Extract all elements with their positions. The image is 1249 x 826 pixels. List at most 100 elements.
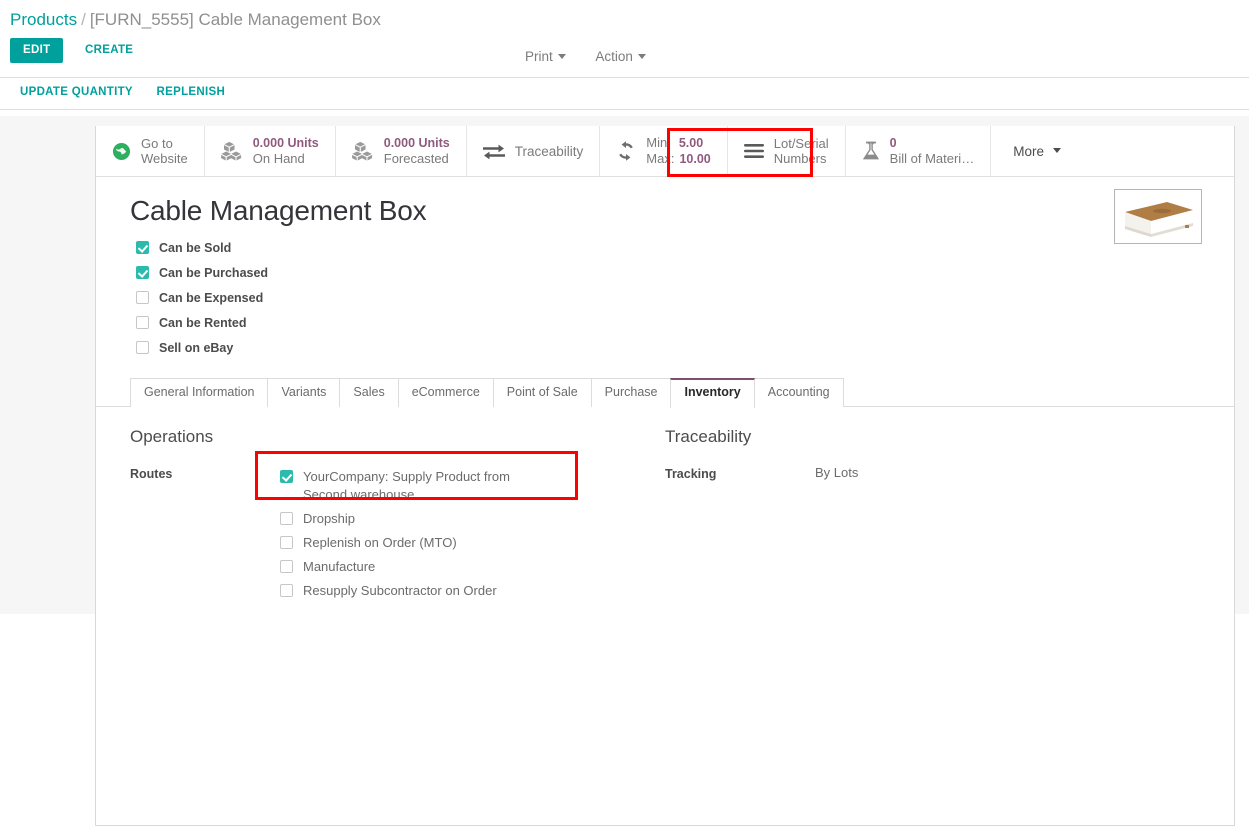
stat-button-lot-serial-numbers[interactable]: Lot/Serial Numbers xyxy=(728,126,846,176)
replenish-button[interactable]: REPLENISH xyxy=(147,78,236,106)
globe-icon xyxy=(112,142,131,161)
stat-button-text: Lot/Serial Numbers xyxy=(774,136,829,166)
checkbox-sell-on-ebay[interactable] xyxy=(136,341,149,354)
flask-icon xyxy=(862,141,880,161)
stat-button-text: Go to Website xyxy=(141,136,188,166)
tracking-field-row: Tracking By Lots xyxy=(665,465,1200,481)
route-label: Dropship xyxy=(303,510,355,528)
tab-general-information[interactable]: General Information xyxy=(130,378,268,407)
stat-button-go-to-website[interactable]: Go to Website xyxy=(96,126,205,176)
routes-field-row: Routes YourCompany: Supply Product from … xyxy=(130,465,665,603)
route-supply-product-from-second-warehouse[interactable]: YourCompany: Supply Product from Second … xyxy=(280,465,553,507)
flag-can-be-purchased[interactable]: Can be Purchased xyxy=(136,260,1200,285)
checkbox-can-be-sold[interactable] xyxy=(136,241,149,254)
stat-button-text: 0.000 Units Forecasted xyxy=(384,136,450,166)
print-menu-label: Print xyxy=(525,49,553,64)
flag-can-be-expensed[interactable]: Can be Expensed xyxy=(136,285,1200,310)
control-panel-menus: Print Action xyxy=(525,49,672,64)
route-label: Manufacture xyxy=(303,558,375,576)
routes-checkbox-group: YourCompany: Supply Product from Second … xyxy=(280,465,553,603)
operations-group: Operations Routes YourCompany: Supply Pr… xyxy=(130,427,665,603)
flag-label: Can be Sold xyxy=(159,241,231,255)
breadcrumb-root-link[interactable]: Products xyxy=(10,10,77,29)
secondary-button-bar: UPDATE QUANTITY REPLENISH xyxy=(0,78,1249,110)
breadcrumb: Products/[FURN_5555] Cable Management Bo… xyxy=(0,0,1249,38)
stat-button-reordering-rules[interactable]: Min:5.00 Max:10.00 xyxy=(600,126,727,176)
tracking-value[interactable]: By Lots xyxy=(815,465,858,481)
checkbox-can-be-rented[interactable] xyxy=(136,316,149,329)
checkbox-route-resupply-subcontractor-on-order[interactable] xyxy=(280,584,293,597)
tab-inventory[interactable]: Inventory xyxy=(670,378,754,408)
action-menu-label: Action xyxy=(595,49,633,64)
stat-button-bill-of-materials[interactable]: 0 Bill of Materi… xyxy=(846,126,992,176)
action-menu[interactable]: Action xyxy=(595,49,646,64)
product-header: Cable Management Box Can be Sold Can be … xyxy=(96,177,1234,360)
tab-ecommerce[interactable]: eCommerce xyxy=(398,378,494,407)
route-manufacture[interactable]: Manufacture xyxy=(280,555,553,579)
checkbox-route-supply-product-from-second-warehouse[interactable] xyxy=(280,470,293,483)
stat-label-line1: Traceability xyxy=(515,144,584,159)
tab-sales[interactable]: Sales xyxy=(339,378,398,407)
traceability-title: Traceability xyxy=(665,427,1200,449)
stat-label-line2: On Hand xyxy=(253,151,319,166)
chevron-down-icon xyxy=(638,54,646,59)
checkbox-can-be-purchased[interactable] xyxy=(136,266,149,279)
reorder-max-row: Max:10.00 xyxy=(646,151,710,167)
flag-label: Can be Purchased xyxy=(159,266,268,280)
exchange-icon xyxy=(483,143,505,159)
flag-label: Can be Expensed xyxy=(159,291,263,305)
flag-sell-on-ebay[interactable]: Sell on eBay xyxy=(136,335,1200,360)
product-form-sheet: Go to Website 0.000 Units On Hand xyxy=(95,126,1235,826)
tab-variants[interactable]: Variants xyxy=(267,378,340,407)
update-quantity-button[interactable]: UPDATE QUANTITY xyxy=(10,78,143,106)
stat-button-forecasted[interactable]: 0.000 Units Forecasted xyxy=(336,126,467,176)
tab-accounting[interactable]: Accounting xyxy=(754,378,844,407)
stat-label-line2: Forecasted xyxy=(384,151,450,166)
tab-point-of-sale[interactable]: Point of Sale xyxy=(493,378,592,407)
checkbox-route-dropship[interactable] xyxy=(280,512,293,525)
checkbox-route-manufacture[interactable] xyxy=(280,560,293,573)
stat-button-text: Traceability xyxy=(515,144,584,159)
stat-label-line2: Numbers xyxy=(774,151,829,166)
edit-button[interactable]: EDIT xyxy=(10,38,63,63)
stat-label-line1: Lot/Serial xyxy=(774,136,829,151)
chevron-down-icon xyxy=(1053,148,1061,153)
stat-button-on-hand[interactable]: 0.000 Units On Hand xyxy=(205,126,336,176)
inventory-tab-page: Operations Routes YourCompany: Supply Pr… xyxy=(96,407,1234,603)
reorder-min-row: Min:5.00 xyxy=(646,135,710,151)
notebook-tabs: General Information Variants Sales eComm… xyxy=(96,378,1234,407)
breadcrumb-current: [FURN_5555] Cable Management Box xyxy=(90,10,381,29)
page-title: Cable Management Box xyxy=(130,195,1200,227)
stat-button-box: Go to Website 0.000 Units On Hand xyxy=(96,126,1234,177)
checkbox-can-be-expensed[interactable] xyxy=(136,291,149,304)
cubes-icon xyxy=(352,141,374,161)
traceability-group: Traceability Tracking By Lots xyxy=(665,427,1200,603)
checkbox-route-replenish-on-order-mto[interactable] xyxy=(280,536,293,549)
create-button[interactable]: CREATE xyxy=(75,38,143,63)
route-replenish-on-order-mto[interactable]: Replenish on Order (MTO) xyxy=(280,531,553,555)
stat-button-text: 0.000 Units On Hand xyxy=(253,136,319,166)
list-icon xyxy=(744,143,764,159)
tab-list: General Information Variants Sales eComm… xyxy=(130,378,1234,407)
route-label: YourCompany: Supply Product from Second … xyxy=(303,468,553,504)
cubes-icon xyxy=(221,141,243,161)
stat-button-traceability[interactable]: Traceability xyxy=(467,126,601,176)
flag-can-be-rented[interactable]: Can be Rented xyxy=(136,310,1200,335)
stat-value: 0.000 Units xyxy=(253,136,319,151)
stat-label-line2: Bill of Materi… xyxy=(890,151,975,166)
more-button[interactable]: More xyxy=(991,126,1083,176)
product-image[interactable] xyxy=(1114,189,1202,244)
routes-label: Routes xyxy=(130,465,280,603)
route-resupply-subcontractor-on-order[interactable]: Resupply Subcontractor on Order xyxy=(280,579,553,603)
tab-purchase[interactable]: Purchase xyxy=(591,378,672,407)
operations-title: Operations xyxy=(130,427,665,449)
route-label: Resupply Subcontractor on Order xyxy=(303,582,497,600)
route-dropship[interactable]: Dropship xyxy=(280,507,553,531)
reorder-min-label: Min: xyxy=(646,135,671,150)
flag-can-be-sold[interactable]: Can be Sold xyxy=(136,235,1200,260)
flag-label: Sell on eBay xyxy=(159,341,233,355)
reorder-max-label: Max: xyxy=(646,151,674,166)
stat-button-text: Min:5.00 Max:10.00 xyxy=(646,135,710,167)
flag-label: Can be Rented xyxy=(159,316,247,330)
print-menu[interactable]: Print xyxy=(525,49,566,64)
